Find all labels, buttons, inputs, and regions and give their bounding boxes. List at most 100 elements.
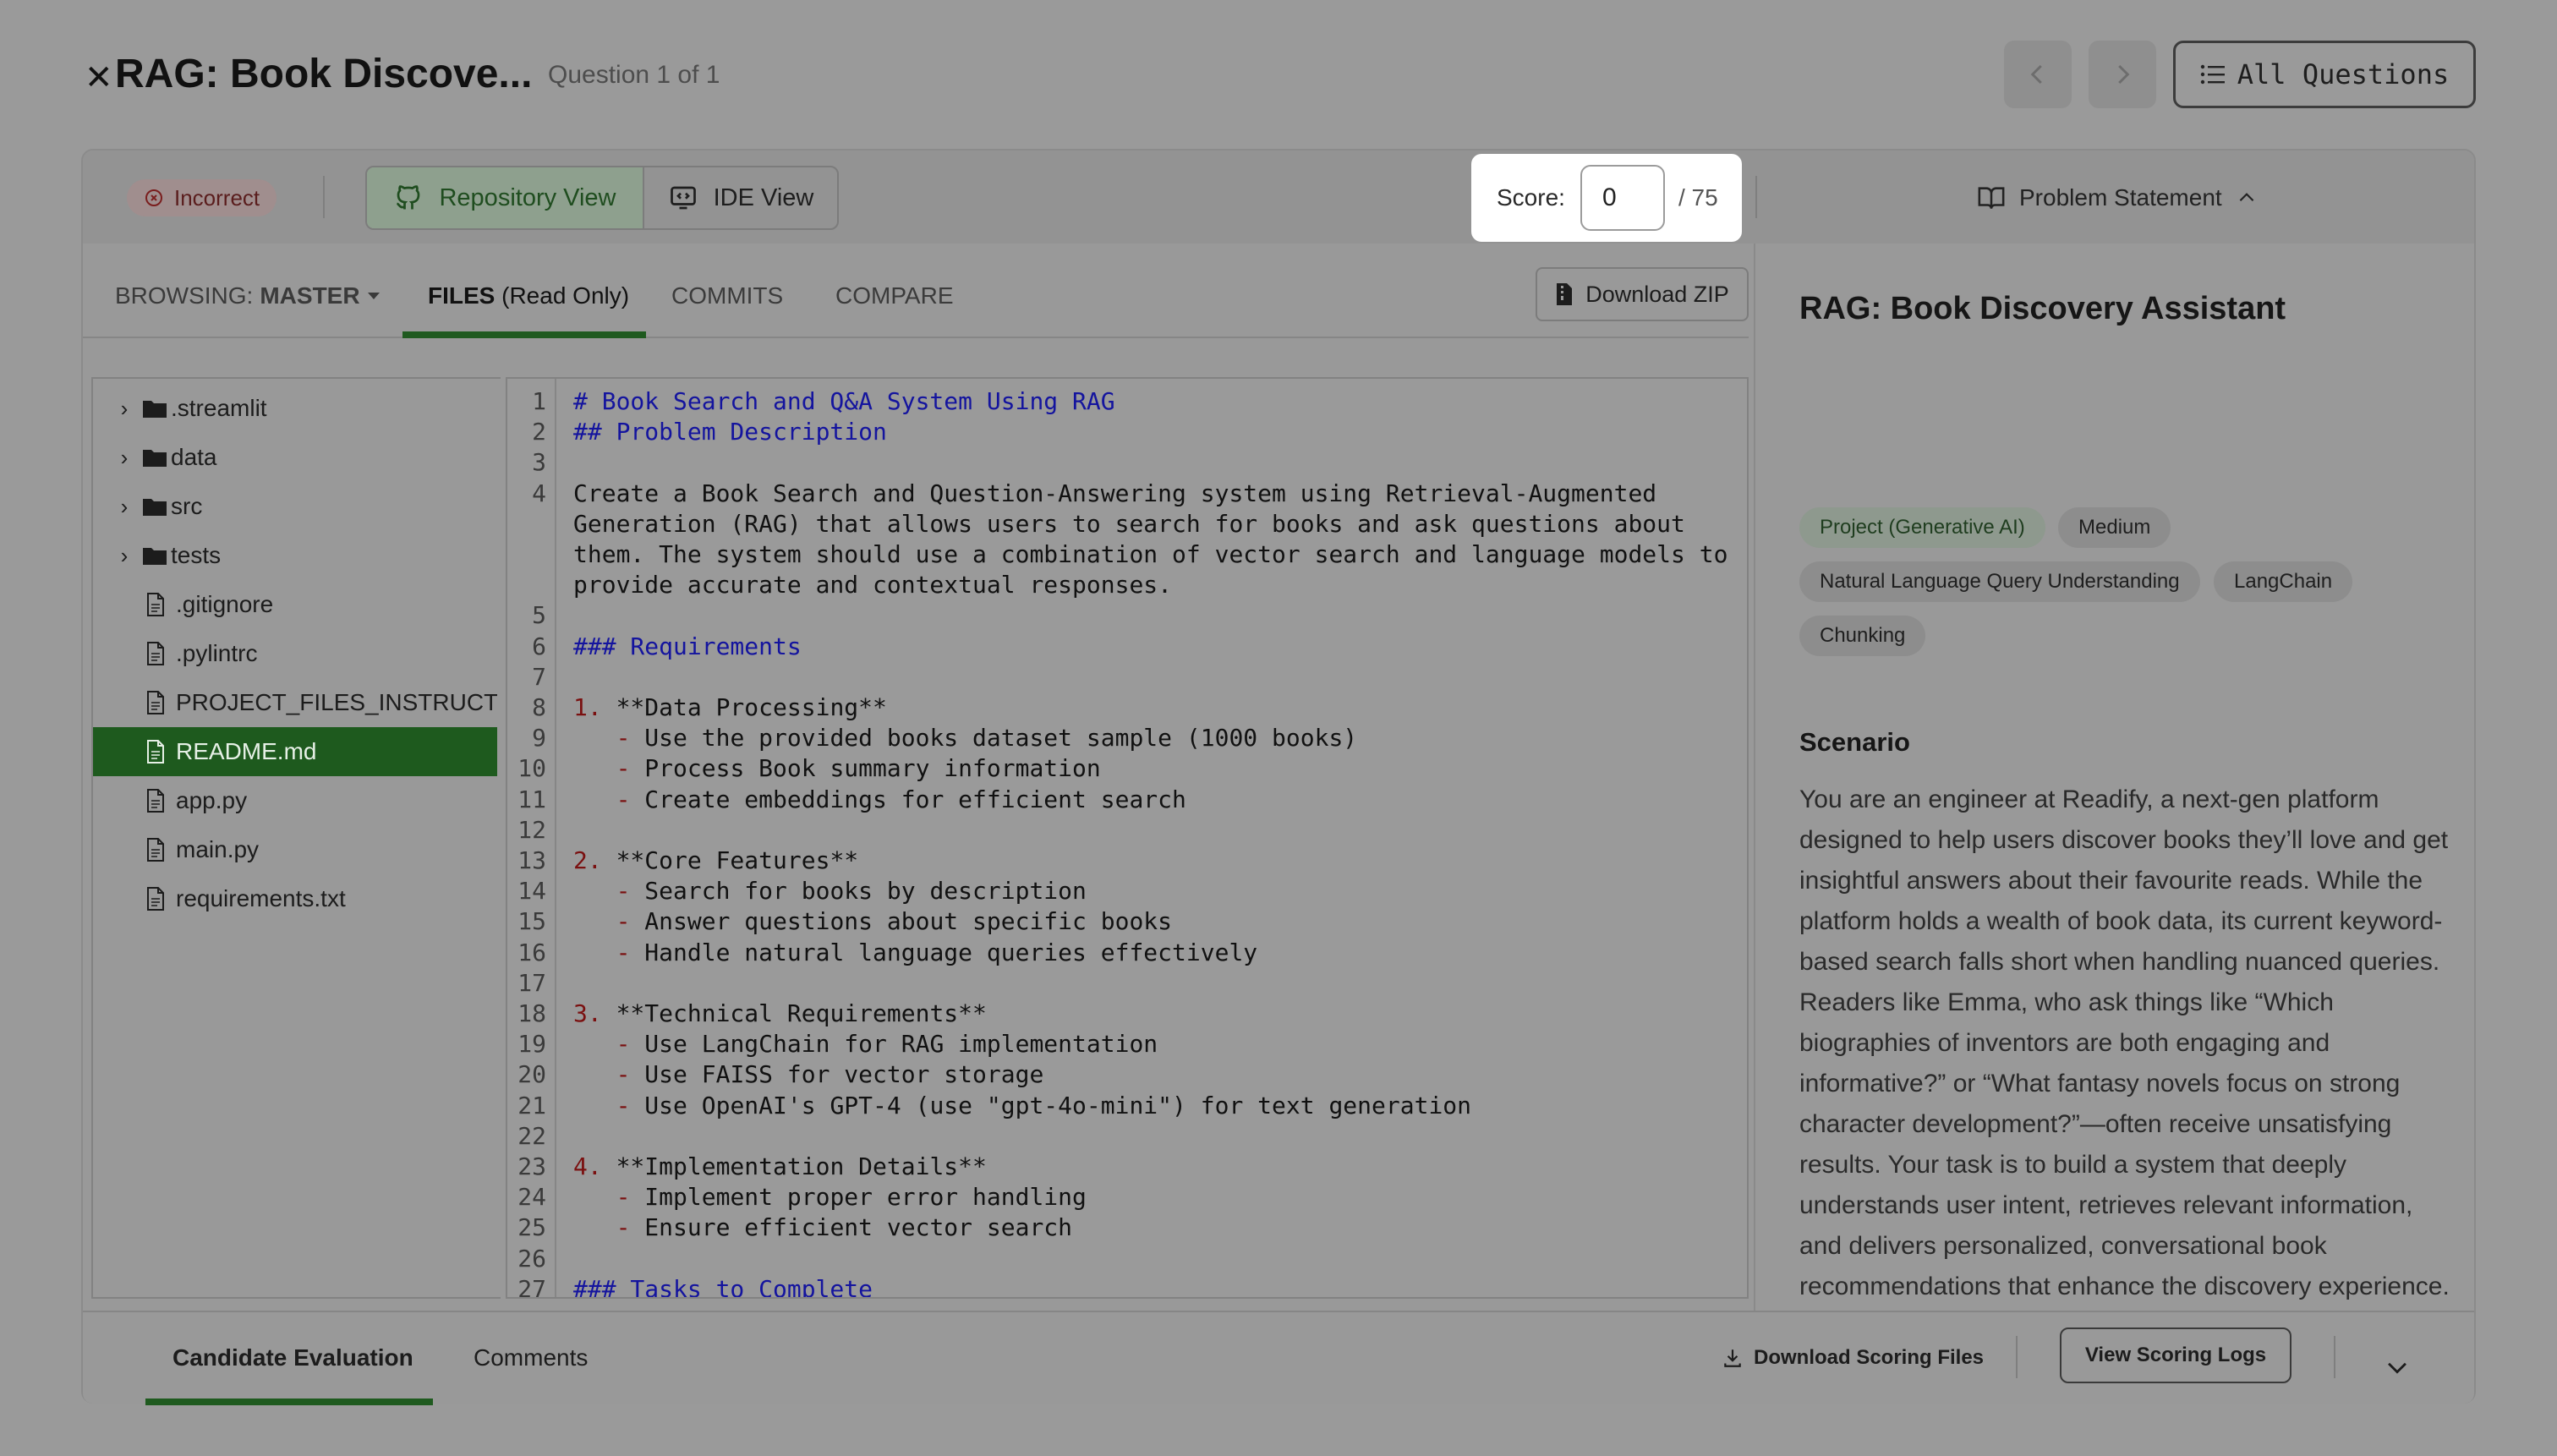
repository-view-label: Repository View <box>439 183 616 211</box>
line-number: 3 <box>532 448 546 477</box>
repo-tabs: BROWSING: MASTER FILES (Read Only) COMMI… <box>83 244 1749 338</box>
evaluation-footer: Candidate Evaluation Comments Download S… <box>83 1311 2474 1405</box>
tab-comments[interactable]: Comments <box>474 1344 588 1371</box>
chevron-up-icon <box>2239 193 2254 202</box>
line-number: 7 <box>532 662 546 691</box>
line-number: 9 <box>532 724 546 753</box>
line-number: 22 <box>517 1121 546 1150</box>
file-item[interactable]: .pylintrc <box>93 629 497 678</box>
code-line: - Process Book summary information <box>616 754 1101 783</box>
line-number: 13 <box>517 846 546 874</box>
active-tab-indicator <box>402 331 646 338</box>
folder-icon <box>143 548 167 565</box>
code-line: - Search for books by description <box>616 877 1087 906</box>
list-icon <box>2200 64 2225 85</box>
chevron-right-icon[interactable]: › <box>112 396 137 422</box>
folder-item[interactable]: › .streamlit <box>93 384 497 433</box>
tree-item-label: .gitignore <box>176 591 274 617</box>
all-questions-button[interactable]: All Questions <box>2173 41 2476 108</box>
next-question-button[interactable] <box>2089 41 2156 108</box>
tab-files-suffix: (Read Only) <box>501 282 630 309</box>
score-max: / 75 <box>1678 184 1718 211</box>
code-line: - Create embeddings for efficient search <box>616 785 1186 813</box>
repository-view-button[interactable]: Repository View <box>367 167 644 228</box>
line-number: 4 <box>532 479 546 507</box>
folder-item[interactable]: › src <box>93 482 497 531</box>
file-tree: › .streamlit › data › src › tests .gitignore .pyl… <box>91 377 501 1299</box>
folder-item[interactable]: › data <box>93 433 497 482</box>
close-icon[interactable]: ✕ <box>85 61 113 95</box>
file-item[interactable]: requirements.txt <box>93 874 497 923</box>
code-line: - Implement proper error handling <box>616 1183 1087 1212</box>
code-viewer: 1 2 3 4 5 6 7 8 9 10 11 12 13 14 15 16 17 18 19 20 21 22 23 24 2… <box>506 377 1749 1299</box>
code-line: 1. **Data Processing** <box>573 693 887 721</box>
x-circle-icon <box>145 189 162 206</box>
file-item[interactable]: PROJECT_FILES_INSTRUCTIC <box>93 678 497 727</box>
code-line: - Use OpenAI's GPT-4 (use "gpt-4o-mini")… <box>616 1091 1472 1119</box>
code-line: ## Problem Description <box>573 418 887 446</box>
panel-divider <box>1754 244 1755 1312</box>
tree-item-label: requirements.txt <box>176 885 346 911</box>
chevron-down-icon[interactable] <box>2383 1353 2412 1382</box>
line-number: 24 <box>517 1183 546 1212</box>
line-number: 20 <box>517 1060 546 1089</box>
tag-chip: Chunking <box>1799 616 1926 656</box>
problem-statement-toggle[interactable]: Problem Statement <box>1977 179 2258 216</box>
github-icon <box>397 185 420 210</box>
all-questions-label: All Questions <box>2237 58 2450 90</box>
line-number: 2 <box>532 418 546 446</box>
score-panel: Score: 0 / 75 <box>1471 154 1742 242</box>
footer-divider <box>2334 1336 2335 1378</box>
active-tab-indicator <box>145 1399 433 1405</box>
line-number: 19 <box>517 1030 546 1059</box>
book-icon <box>1978 187 2005 209</box>
line-number: 25 <box>517 1213 546 1242</box>
code-line: 2. **Core Features** <box>573 846 859 874</box>
line-number: 15 <box>517 907 546 936</box>
branch-selector[interactable]: BROWSING: MASTER <box>115 282 381 309</box>
previous-question-button[interactable] <box>2004 41 2072 108</box>
tab-compare[interactable]: COMPARE <box>835 282 954 309</box>
file-item[interactable]: app.py <box>93 776 497 825</box>
chevron-right-icon[interactable]: › <box>112 494 137 520</box>
tree-item-label: PROJECT_FILES_INSTRUCTIC <box>176 689 497 715</box>
chevron-left-icon <box>2030 64 2042 85</box>
tab-files[interactable]: FILES (Read Only) <box>428 282 629 309</box>
view-scoring-logs-button[interactable]: View Scoring Logs <box>2060 1327 2291 1383</box>
page-title: RAG: Book Discove... <box>115 52 533 96</box>
folder-item[interactable]: › tests <box>93 531 497 580</box>
line-number: 26 <box>517 1244 546 1273</box>
code-line: ### Requirements <box>573 632 802 660</box>
chevron-right-icon[interactable]: › <box>112 543 137 569</box>
code-line: them. The system should use a combinatio… <box>573 540 1728 568</box>
code-line: ### Tasks to Complete <box>573 1274 873 1299</box>
download-zip-button[interactable]: Download ZIP <box>1536 267 1749 321</box>
score-input[interactable]: 0 <box>1580 165 1665 231</box>
tag-chip: LangChain <box>2214 561 2353 602</box>
file-icon <box>147 887 164 911</box>
ide-view-button[interactable]: IDE View <box>644 167 837 228</box>
tree-item-label: src <box>171 493 203 519</box>
browsing-label: BROWSING: <box>115 282 254 309</box>
download-scoring-files-button[interactable]: Download Scoring Files <box>1722 1346 1984 1370</box>
review-toolbar: Incorrect Repository View IDE View Score… <box>83 151 2474 244</box>
code-line: Create a Book Search and Question-Answer… <box>573 479 1657 507</box>
tree-item-label: .streamlit <box>171 395 267 421</box>
line-number: 16 <box>517 938 546 966</box>
code-line: - Answer questions about specific books <box>616 907 1173 936</box>
problem-title: RAG: Book Discovery Assistant <box>1799 291 2286 326</box>
file-item[interactable]: main.py <box>93 825 497 874</box>
chevron-right-icon[interactable]: › <box>112 445 137 471</box>
score-label: Score: <box>1497 184 1565 211</box>
tab-candidate-evaluation[interactable]: Candidate Evaluation <box>172 1344 413 1371</box>
tree-item-label: tests <box>171 542 222 568</box>
line-number: 1 <box>532 387 546 415</box>
line-number: 14 <box>517 877 546 906</box>
line-number: 17 <box>517 968 546 997</box>
file-item[interactable]: README.md <box>93 727 497 776</box>
code-line: 4. **Implementation Details** <box>573 1152 987 1180</box>
file-item[interactable]: .gitignore <box>93 580 497 629</box>
download-icon <box>1724 1349 1741 1367</box>
tab-commits[interactable]: COMMITS <box>671 282 783 309</box>
file-icon <box>147 740 164 764</box>
